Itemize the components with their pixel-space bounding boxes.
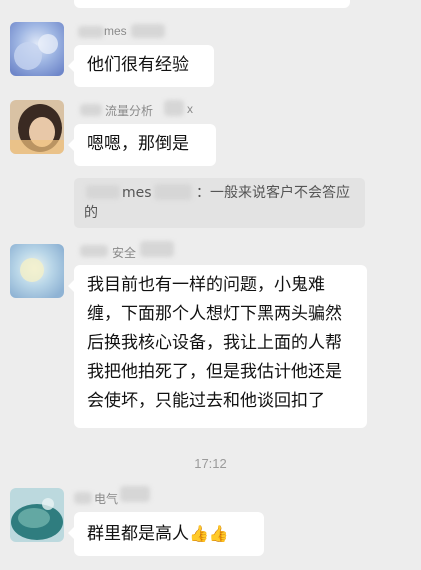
partial-bubble-top xyxy=(74,0,350,8)
quoted-reply[interactable]: mes ：一般来说客户不会答应的 xyxy=(74,178,365,228)
sender-name-tail: x xyxy=(187,102,193,116)
avatar-image xyxy=(10,22,64,76)
avatar-dianqi[interactable] xyxy=(10,488,64,542)
avatar-liuliang[interactable] xyxy=(10,100,64,154)
redacted-name xyxy=(78,26,104,38)
chat-timestamp: 17:12 xyxy=(194,456,227,471)
message-text: 嗯嗯，那倒是 xyxy=(87,134,189,154)
redacted-name xyxy=(120,486,150,502)
avatar-image xyxy=(10,100,64,154)
avatar-image xyxy=(10,488,64,542)
message-bubble[interactable]: 他们很有经验 xyxy=(68,45,214,87)
sender-name: mes xyxy=(104,24,127,38)
redacted-name xyxy=(164,100,184,116)
redacted-name xyxy=(80,104,102,116)
message-bubble[interactable]: 我目前也有一样的问题，小鬼难缠，下面那个人想灯下黑两头骗然后换我核心设备，我让上… xyxy=(68,265,367,428)
avatar-image xyxy=(10,244,64,298)
thumbs-up-icon: 👍 xyxy=(189,524,209,543)
message-text: 我目前也有一样的问题，小鬼难缠，下面那个人想灯下黑两头骗然后换我核心设备，我让上… xyxy=(87,275,342,411)
message-text: 他们很有经验 xyxy=(87,55,189,75)
message-bubble[interactable]: 嗯嗯，那倒是 xyxy=(68,124,216,166)
redacted-name xyxy=(74,492,92,504)
redacted-name xyxy=(131,24,165,38)
avatar-anquan[interactable] xyxy=(10,244,64,298)
avatar-mes[interactable] xyxy=(10,22,64,76)
sender-name: 电气 xyxy=(94,492,119,506)
sender-name: 安全 xyxy=(112,246,137,260)
message-bubble[interactable]: 群里都是高人👍👍 xyxy=(68,512,264,556)
thumbs-up-icon: 👍 xyxy=(208,524,229,543)
redacted-name xyxy=(140,241,174,257)
message-text: 群里都是高人 xyxy=(87,524,189,544)
redacted-name xyxy=(80,245,108,257)
quote-text: ：一般来说客户不会答应的 xyxy=(84,185,350,221)
sender-name: 流量分析 xyxy=(105,104,154,118)
